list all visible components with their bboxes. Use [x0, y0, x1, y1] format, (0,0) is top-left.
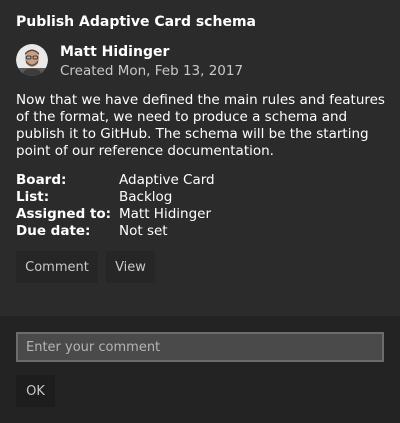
fact-value: Matt Hidinger — [119, 206, 212, 222]
comment-input[interactable] — [16, 332, 384, 362]
view-button[interactable]: View — [106, 251, 155, 283]
created-date: Created Mon, Feb 13, 2017 — [60, 63, 244, 79]
card-description: Now that we have defined the main rules … — [16, 92, 385, 159]
fact-label: List: — [16, 189, 50, 205]
card-title: Publish Adaptive Card schema — [16, 14, 256, 30]
fact-value: Not set — [119, 223, 168, 239]
adaptive-card: Publish Adaptive Card schema Matt Hiding… — [0, 0, 400, 423]
fact-value: Backlog — [119, 189, 173, 205]
fact-label: Due date: — [16, 223, 91, 239]
author-avatar — [16, 44, 48, 76]
avatar-photo-icon — [16, 44, 48, 76]
author-name: Matt Hidinger — [60, 44, 170, 60]
comment-button[interactable]: Comment — [16, 251, 98, 283]
fact-label: Board: — [16, 172, 67, 188]
fact-label: Assigned to: — [16, 206, 112, 222]
fact-value: Adaptive Card — [119, 172, 215, 188]
ok-button[interactable]: OK — [16, 375, 55, 407]
